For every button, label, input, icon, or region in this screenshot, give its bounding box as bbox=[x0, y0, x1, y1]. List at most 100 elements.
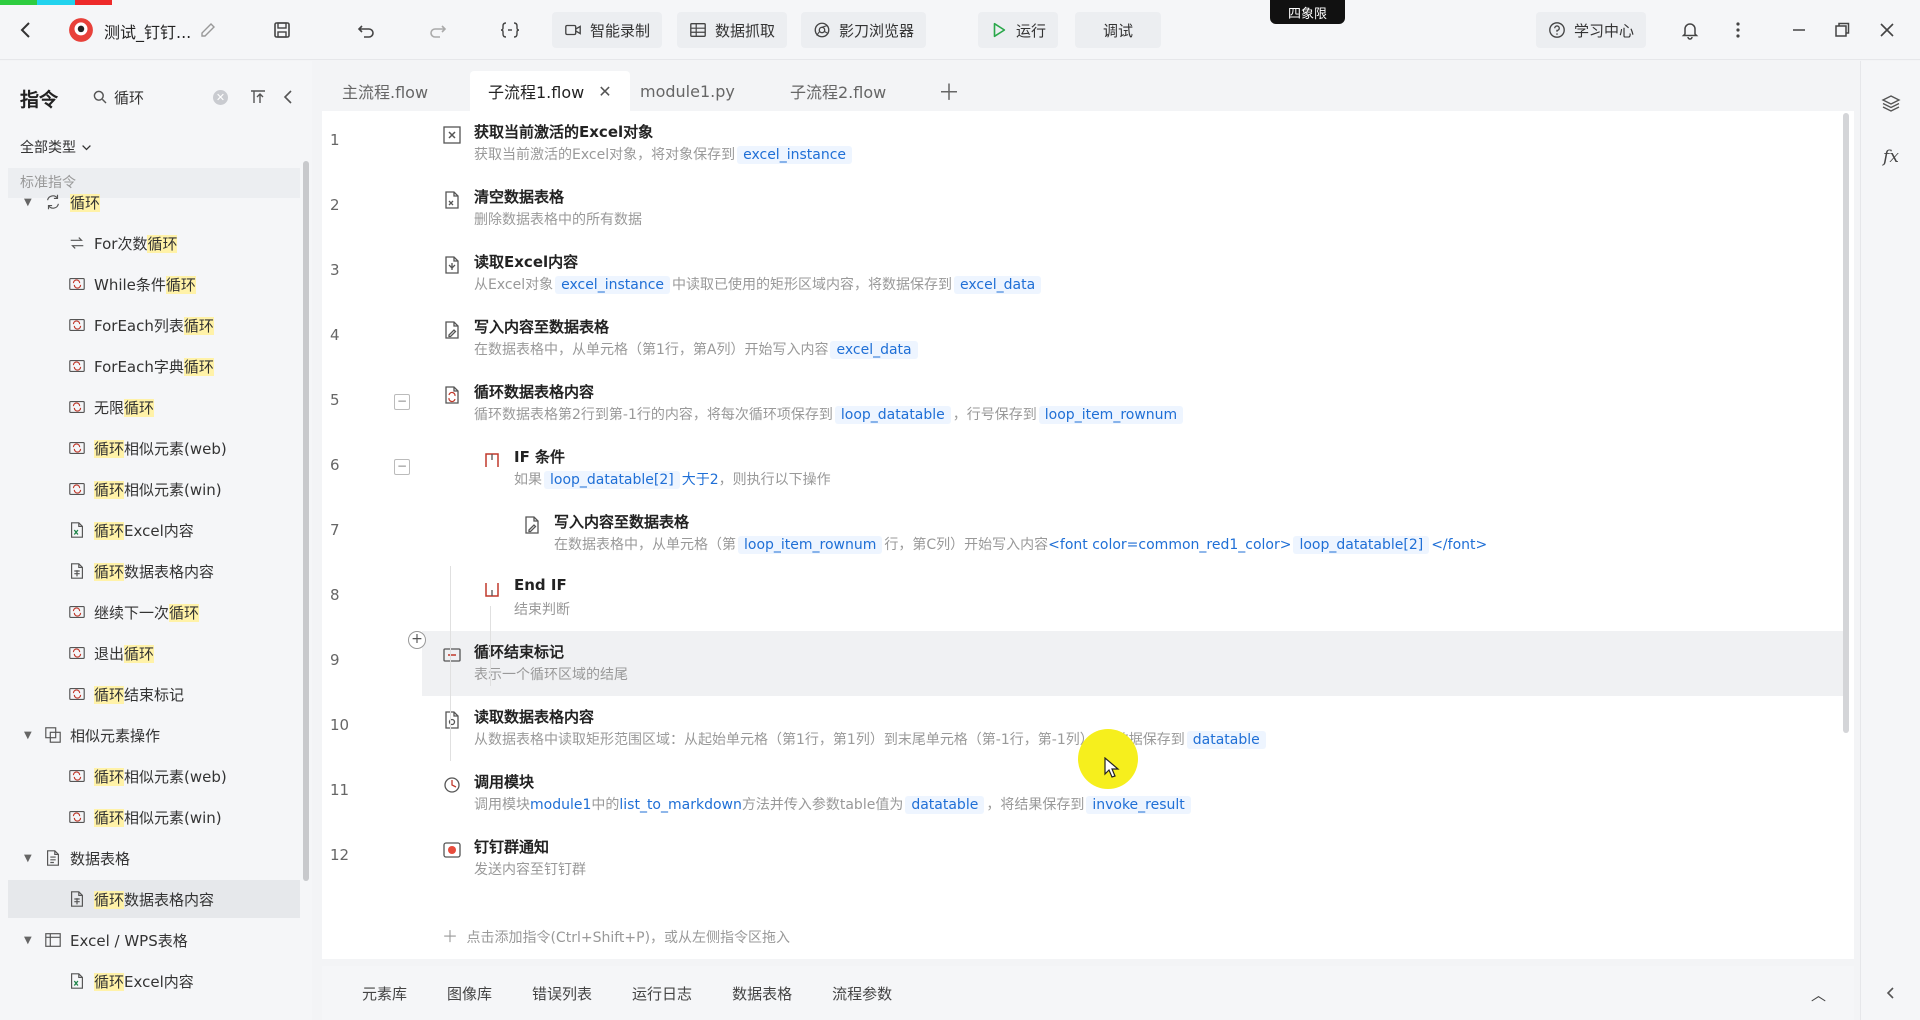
tab-module1[interactable]: module1.py bbox=[622, 71, 753, 111]
smart-record-button[interactable]: 智能录制 bbox=[552, 12, 663, 48]
variable-chip[interactable]: loop_item_rownum bbox=[1038, 406, 1184, 424]
tab-flow-params[interactable]: 流程参数 bbox=[832, 983, 892, 1004]
learning-center-button[interactable]: 学习中心 bbox=[1536, 12, 1647, 48]
tab-element-library[interactable]: 元素库 bbox=[362, 983, 407, 1004]
play-icon bbox=[993, 22, 1006, 38]
chevron-up-icon[interactable]: ︿ bbox=[1811, 984, 1826, 1005]
variable-chip[interactable]: loop_datatable[2] bbox=[544, 471, 680, 489]
variable-chip[interactable]: excel_data bbox=[830, 341, 918, 359]
undo-icon[interactable] bbox=[352, 16, 380, 44]
tree-item[interactable]: 循环结束标记 bbox=[8, 675, 300, 713]
flow-step-row[interactable]: 5− 循环数据表格内容 循环数据表格第2行到第-1行的内容，将每次循环项保存到 loo… bbox=[322, 371, 1844, 436]
flow-step-row[interactable]: 3 读取Excel内容 从Excel对象 excel_instance 中读取已使用的矩… bbox=[322, 241, 1844, 306]
command-search[interactable]: ✕ bbox=[88, 81, 228, 113]
tab-run-log[interactable]: 运行日志 bbox=[632, 983, 692, 1004]
minimize-icon[interactable] bbox=[1785, 16, 1813, 44]
caret-down-icon[interactable]: ▼ bbox=[24, 935, 38, 946]
variable-chip[interactable]: datatable bbox=[905, 796, 985, 814]
tree-item-label: For次数循环 bbox=[94, 234, 178, 253]
code-view-icon[interactable] bbox=[496, 16, 524, 44]
search-input[interactable] bbox=[114, 88, 204, 106]
collapse-panel-icon[interactable] bbox=[274, 83, 302, 111]
flow-step-row[interactable]: 6 − IF 条件 如果 loop_datatable[2] 大于2，则执行以下操作 bbox=[322, 436, 1844, 501]
function-icon[interactable]: fx bbox=[1877, 143, 1905, 171]
variable-chip[interactable]: excel_data bbox=[954, 276, 1042, 294]
browser-button[interactable]: 影刀浏览器 bbox=[801, 12, 927, 48]
close-icon[interactable] bbox=[1873, 16, 1901, 44]
sort-icon[interactable] bbox=[244, 83, 272, 111]
tree-item[interactable]: 循环数据表格内容 bbox=[8, 880, 300, 918]
tree-item[interactable]: ForEach字典循环 bbox=[8, 347, 300, 385]
tab-main-flow[interactable]: 主流程.flow bbox=[324, 71, 446, 111]
caret-down-icon[interactable]: ▼ bbox=[24, 197, 38, 208]
caret-down-icon[interactable]: ▼ bbox=[24, 853, 38, 864]
run-button[interactable]: 运行 bbox=[978, 12, 1059, 48]
tree-item[interactable]: For次数循环 bbox=[8, 224, 300, 262]
flow-title[interactable]: 测试_钉钉... bbox=[104, 19, 191, 43]
flow-step-row[interactable]: 7 写入内容至数据表格 在数据表格中，从单元格（第 loop_item_rownum 行… bbox=[322, 501, 1844, 566]
tree-group[interactable]: ▼ 相似元素操作 bbox=[8, 716, 300, 754]
tree-item[interactable]: 循环数据表格内容 bbox=[8, 552, 300, 590]
data-grab-button[interactable]: 数据抓取 bbox=[677, 12, 788, 48]
tree-item[interactable]: 退出循环 bbox=[8, 634, 300, 672]
flow-step-row[interactable]: 1 获取当前激活的Excel对象 获取当前激活的Excel对象，将对象保存到 exce… bbox=[322, 111, 1844, 176]
close-tab-icon[interactable]: ✕ bbox=[598, 82, 611, 101]
tab-image-library[interactable]: 图像库 bbox=[447, 983, 492, 1004]
tree-item[interactable]: ForEach列表循环 bbox=[8, 306, 300, 344]
variable-chip[interactable]: loop_datatable bbox=[834, 406, 951, 424]
debug-button[interactable]: 调试 bbox=[1075, 12, 1162, 48]
chevron-left-icon[interactable] bbox=[1877, 979, 1905, 1007]
redo-icon[interactable] bbox=[424, 16, 452, 44]
tree-item[interactable]: 循环相似元素(web) bbox=[8, 429, 300, 467]
save-icon[interactable] bbox=[268, 16, 296, 44]
tree-item[interactable]: 循环Excel内容 bbox=[8, 962, 300, 1000]
restore-icon[interactable] bbox=[1828, 16, 1856, 44]
highlight-text: 大于2 bbox=[681, 472, 719, 488]
tree-item[interactable]: 循环相似元素(web) bbox=[8, 757, 300, 795]
layers-icon[interactable] bbox=[1877, 89, 1905, 117]
back-icon[interactable] bbox=[12, 16, 40, 44]
flow-step-row[interactable]: 2 清空数据表格 删除数据表格中的所有数据 bbox=[322, 176, 1844, 241]
bell-icon[interactable] bbox=[1676, 16, 1704, 44]
collapse-toggle-icon[interactable]: − bbox=[394, 394, 410, 410]
panel-scrollbar[interactable] bbox=[303, 161, 309, 881]
variable-chip[interactable]: invoke_result bbox=[1086, 796, 1191, 814]
loop-cmd-icon bbox=[69, 442, 85, 454]
clear-search-icon[interactable]: ✕ bbox=[213, 89, 228, 105]
variable-chip[interactable]: loop_datatable[2] bbox=[1293, 536, 1430, 554]
collapse-toggle-icon[interactable]: − bbox=[394, 459, 410, 475]
variable-chip[interactable]: excel_instance bbox=[555, 276, 671, 294]
tree-group[interactable]: ▼ 数据表格 bbox=[8, 839, 300, 877]
flow-step-row[interactable]: 12 钉钉群通知 发送内容至钉钉群 bbox=[322, 826, 1844, 891]
tree-item[interactable]: While条件循环 bbox=[8, 265, 300, 303]
step-description: 如果 loop_datatable[2] 大于2，则执行以下操作 bbox=[514, 469, 831, 489]
tree-item[interactable]: 循环相似元素(win) bbox=[8, 798, 300, 836]
variable-chip[interactable]: datatable bbox=[1186, 731, 1266, 749]
tree-item[interactable]: 循环Excel内容 bbox=[8, 511, 300, 549]
add-tab-icon[interactable]: ＋ bbox=[920, 71, 978, 111]
tree-item[interactable]: 无限循环 bbox=[8, 388, 300, 426]
excel-doc-icon bbox=[71, 973, 83, 989]
flow-step-row[interactable]: 4 写入内容至数据表格 在数据表格中，从单元格（第1行，第A列）开始写入内容 exce… bbox=[322, 306, 1844, 371]
variable-chip[interactable]: excel_instance bbox=[737, 146, 853, 164]
add-command-hint[interactable]: ＋ 点击添加指令(Ctrl+Shift+P)，或从左侧指令区拖入 bbox=[442, 923, 790, 947]
edit-title-icon[interactable] bbox=[194, 16, 222, 44]
tree-item[interactable]: 继续下一次循环 bbox=[8, 593, 300, 631]
insert-command-icon[interactable]: + bbox=[408, 631, 426, 649]
editor-scrollbar[interactable] bbox=[1843, 113, 1849, 733]
tree-group[interactable]: ▼ 循环 bbox=[8, 183, 300, 221]
tab-subflow2[interactable]: 子流程2.flow bbox=[772, 71, 904, 111]
tab-error-list[interactable]: 错误列表 bbox=[532, 983, 592, 1004]
tree-item-label: 循环相似元素(web) bbox=[94, 767, 227, 786]
tree-item[interactable]: 循环相似元素(win) bbox=[8, 470, 300, 508]
type-filter-dropdown[interactable]: 全部类型 bbox=[20, 137, 93, 157]
tree-group[interactable]: ▼ Excel / WPS表格 bbox=[8, 921, 300, 959]
flow-step-row[interactable]: 8 End IF 结束判断 bbox=[322, 566, 1844, 631]
caret-down-icon[interactable]: ▼ bbox=[24, 730, 38, 741]
tab-data-table[interactable]: 数据表格 bbox=[732, 983, 792, 1004]
more-icon[interactable] bbox=[1724, 16, 1752, 44]
variable-chip[interactable]: loop_item_rownum bbox=[738, 536, 883, 554]
tab-subflow1[interactable]: 子流程1.flow ✕ bbox=[470, 71, 630, 111]
flow-step-row[interactable]: 9 循环结束标记 表示一个循环区域的结尾 bbox=[330, 631, 1844, 696]
tree-item-label: 无限循环 bbox=[94, 398, 155, 417]
